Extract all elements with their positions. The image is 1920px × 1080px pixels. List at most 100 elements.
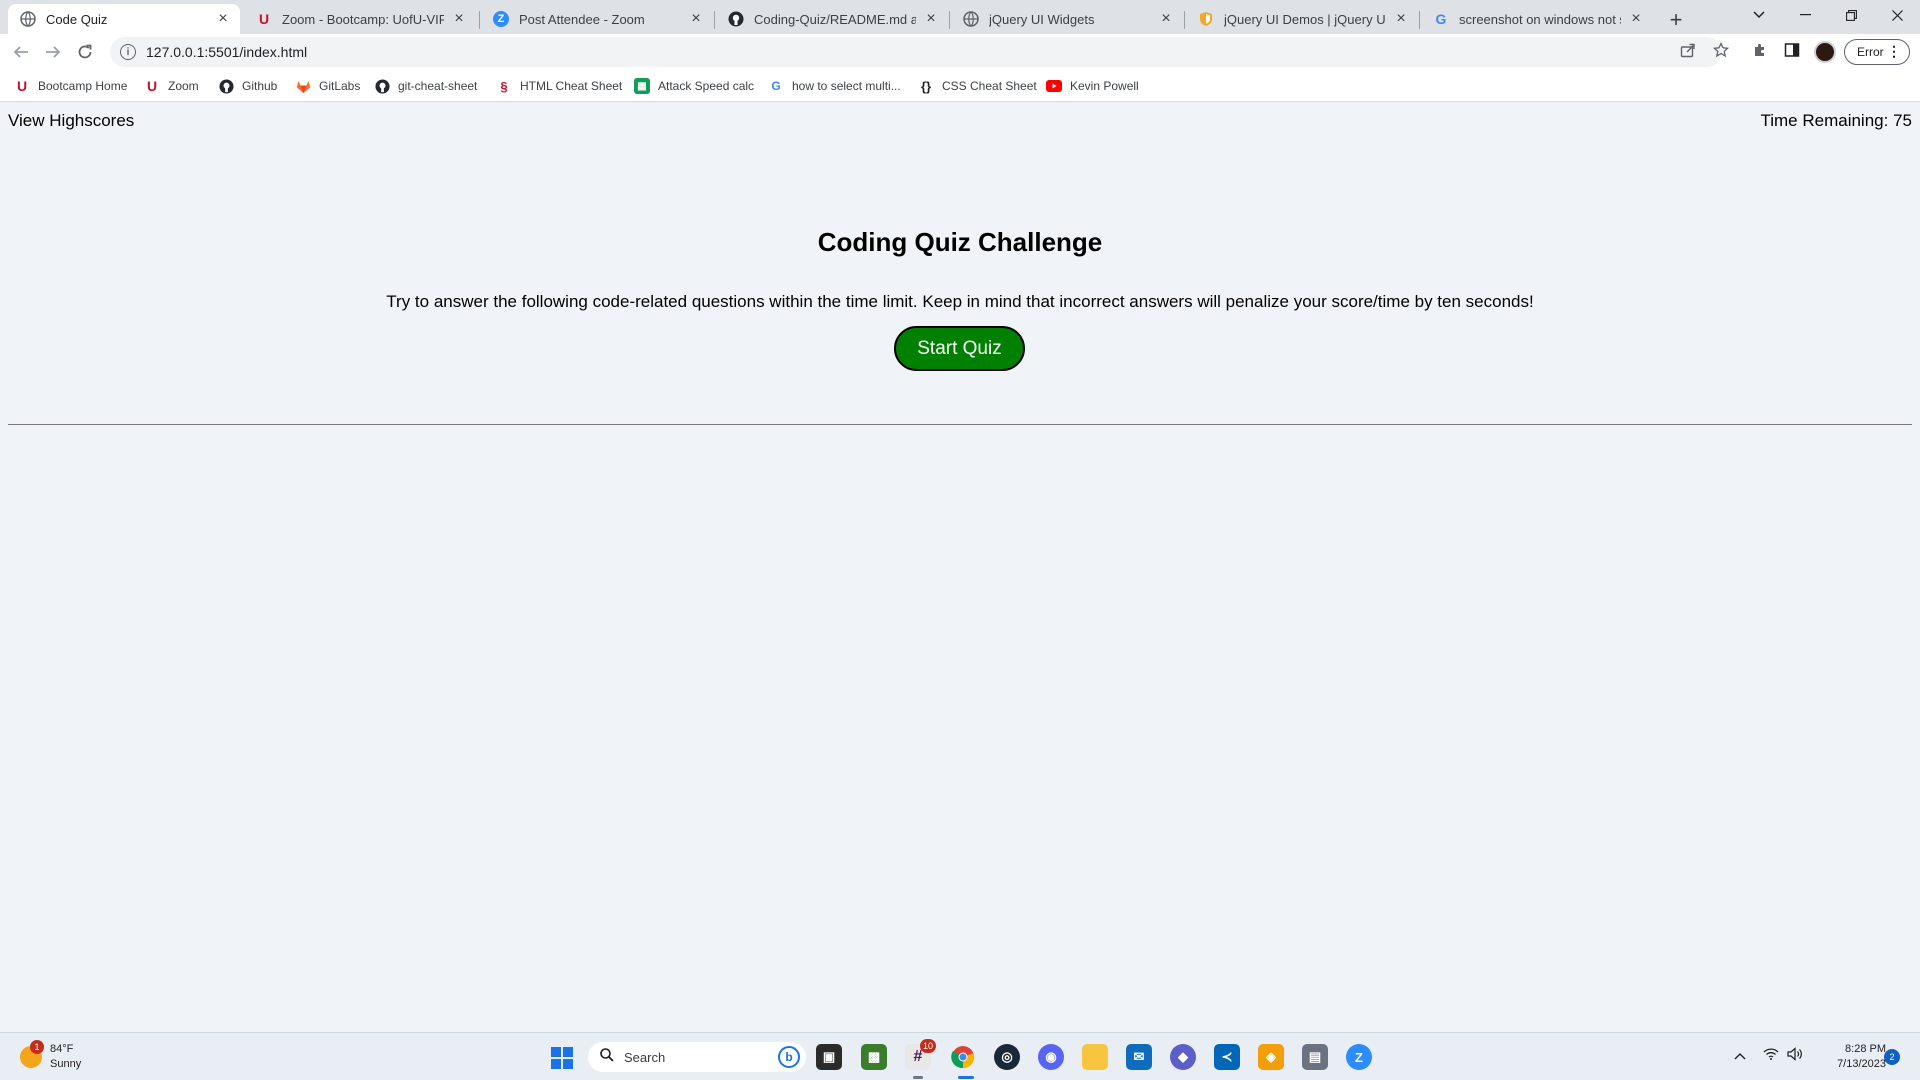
chevron-up-icon[interactable] bbox=[1734, 1047, 1746, 1063]
bookmark-label: CSS Cheat Sheet bbox=[942, 79, 1037, 93]
side-panel-icon[interactable] bbox=[1784, 42, 1800, 62]
close-icon[interactable]: × bbox=[450, 10, 468, 28]
profile-avatar[interactable] bbox=[1814, 41, 1836, 63]
share-icon[interactable] bbox=[1680, 42, 1696, 62]
mail-icon[interactable]: ✉ bbox=[1126, 1044, 1152, 1070]
new-tab-button[interactable]: + bbox=[1662, 6, 1690, 34]
zoom-icon[interactable]: Z bbox=[1346, 1044, 1372, 1070]
notification-badge[interactable]: 2 bbox=[1884, 1049, 1900, 1065]
bookmark-kevin-powell[interactable]: Kevin Powell bbox=[1046, 77, 1139, 95]
bookmark-label: Github bbox=[242, 79, 278, 93]
tab-code-quiz[interactable]: Code Quiz × bbox=[8, 4, 240, 34]
tab-title: Coding-Quiz/README.md at ma bbox=[754, 11, 916, 27]
start-quiz-button[interactable]: Start Quiz bbox=[894, 326, 1025, 371]
extensions-puzzle-icon[interactable] bbox=[1752, 42, 1768, 62]
close-icon[interactable]: × bbox=[1392, 10, 1410, 28]
bookmark-css-cheat-sheet[interactable]: {} CSS Cheat Sheet bbox=[918, 77, 1037, 95]
close-icon[interactable]: × bbox=[1627, 10, 1645, 28]
tab-jquery-widgets[interactable]: jQuery UI Widgets × bbox=[951, 4, 1183, 34]
tab-strip: Code Quiz × U Zoom - Bootcamp: UofU-VIRT… bbox=[0, 0, 1920, 34]
tab-google-screenshot[interactable]: G screenshot on windows not savi × bbox=[1421, 4, 1653, 34]
google-icon: G bbox=[1435, 11, 1447, 27]
close-icon[interactable]: × bbox=[214, 10, 232, 28]
tab-title: Zoom - Bootcamp: UofU-VIRT-F bbox=[282, 11, 444, 27]
search-placeholder: Search bbox=[624, 1049, 666, 1065]
back-icon[interactable] bbox=[6, 37, 36, 67]
braces-icon: {} bbox=[920, 78, 932, 94]
site-info-icon[interactable]: i bbox=[120, 44, 136, 60]
bookmark-github[interactable]: Github bbox=[218, 77, 277, 95]
copilot-icon[interactable]: ◆ bbox=[1170, 1044, 1196, 1070]
git-icon[interactable]: ◈ bbox=[1258, 1044, 1284, 1070]
bookmark-zoom[interactable]: U Zoom bbox=[144, 77, 199, 95]
forward-icon[interactable] bbox=[38, 37, 68, 67]
bookmark-label: Zoom bbox=[168, 79, 199, 93]
github-icon bbox=[218, 78, 234, 94]
bookmark-bootcamp-home[interactable]: U Bootcamp Home bbox=[14, 77, 127, 95]
tab-jquery-demos[interactable]: jQuery UI Demos | jQuery UI × bbox=[1186, 4, 1418, 34]
error-button[interactable]: Error ⋮ bbox=[1844, 39, 1910, 65]
jquery-shield-icon bbox=[1198, 11, 1214, 27]
google-icon: G bbox=[771, 79, 781, 93]
bookmark-star-icon[interactable] bbox=[1712, 41, 1730, 62]
running-indicator bbox=[913, 1076, 923, 1079]
task-view-icon[interactable]: ▣ bbox=[816, 1044, 842, 1070]
bookmark-label: Attack Speed calc bbox=[658, 79, 755, 93]
close-icon[interactable]: × bbox=[1157, 10, 1175, 28]
volume-icon[interactable] bbox=[1787, 1047, 1803, 1064]
bookmark-attack-speed-calc[interactable]: ▦ Attack Speed calc bbox=[634, 77, 754, 95]
bookmark-label: Kevin Powell bbox=[1070, 79, 1139, 93]
page-title: Coding Quiz Challenge bbox=[817, 227, 1103, 257]
close-icon[interactable]: × bbox=[687, 10, 705, 28]
minecraft-icon[interactable]: ▩ bbox=[861, 1044, 887, 1070]
vscode-icon[interactable]: ≺ bbox=[1214, 1044, 1240, 1070]
system-clock[interactable]: 8:28 PM 7/13/2023 bbox=[1806, 1042, 1886, 1072]
divider bbox=[8, 424, 1912, 425]
bing-icon[interactable]: b bbox=[778, 1046, 800, 1068]
github-icon bbox=[728, 11, 744, 27]
close-icon[interactable]: × bbox=[922, 10, 940, 28]
minimize-button[interactable] bbox=[1782, 0, 1828, 30]
tab-separator bbox=[1419, 11, 1420, 29]
tab-title: Post Attendee - Zoom bbox=[519, 11, 645, 27]
quiz-description: Try to answer the following code-related… bbox=[386, 292, 1534, 311]
time-remaining: Time Remaining: 75 bbox=[1760, 111, 1912, 131]
calculator-icon[interactable]: ▤ bbox=[1302, 1044, 1328, 1070]
steam-icon[interactable]: ◎ bbox=[994, 1044, 1020, 1070]
weather-desc: Sunny bbox=[50, 1058, 82, 1070]
bookmark-label: how to select multi... bbox=[792, 79, 901, 93]
file-explorer-icon[interactable] bbox=[1082, 1044, 1108, 1070]
tab-zoom-bootcamp[interactable]: U Zoom - Bootcamp: UofU-VIRT-F × bbox=[244, 4, 476, 34]
time-label: Time Remaining: bbox=[1760, 111, 1889, 130]
tab-post-attendee-zoom[interactable]: Z Post Attendee - Zoom × bbox=[481, 4, 713, 34]
sheets-icon: ▦ bbox=[634, 78, 650, 94]
taskbar-search[interactable]: Search b bbox=[588, 1042, 806, 1072]
bookmark-git-cheat-sheet[interactable]: git-cheat-sheet bbox=[374, 77, 477, 95]
tab-search-chevron-icon[interactable] bbox=[1736, 0, 1782, 30]
weather-badge: 1 bbox=[30, 1040, 44, 1054]
tab-title: Code Quiz bbox=[46, 11, 108, 27]
gitlab-icon bbox=[295, 78, 311, 94]
tab-title: screenshot on windows not savi bbox=[1459, 11, 1621, 27]
close-window-button[interactable] bbox=[1874, 0, 1920, 30]
chrome-icon[interactable] bbox=[950, 1044, 976, 1070]
menu-dots-icon: ⋮ bbox=[1887, 43, 1901, 59]
reload-icon[interactable] bbox=[70, 37, 100, 67]
tab-github-readme[interactable]: Coding-Quiz/README.md at ma × bbox=[716, 4, 948, 34]
wifi-icon[interactable] bbox=[1763, 1047, 1779, 1063]
weather-widget[interactable]: 1 84°F Sunny bbox=[20, 1040, 82, 1073]
bookmark-label: Bootcamp Home bbox=[38, 79, 128, 93]
restore-button[interactable] bbox=[1828, 0, 1874, 30]
view-highscores-link[interactable]: View Highscores bbox=[8, 111, 134, 131]
url-text[interactable]: 127.0.0.1:5501/index.html bbox=[146, 44, 307, 60]
bookmarks-bar: U Bootcamp Home U Zoom Github GitLabs gi… bbox=[0, 70, 1920, 102]
discord-icon[interactable]: ◉ bbox=[1038, 1044, 1064, 1070]
taskbar: 1 84°F Sunny Search b ▣ ▩ # 10 ◎ ◉ ✉ ◆ ≺… bbox=[0, 1032, 1920, 1080]
youtube-icon bbox=[1046, 78, 1062, 94]
bookmark-html-cheat-sheet[interactable]: § HTML Cheat Sheet bbox=[496, 77, 622, 95]
bookmark-gitlabs[interactable]: GitLabs bbox=[295, 77, 360, 95]
bookmark-how-to-select[interactable]: G how to select multi... bbox=[768, 77, 901, 95]
windows-start-icon[interactable] bbox=[551, 1047, 573, 1069]
address-bar[interactable]: i 127.0.0.1:5501/index.html bbox=[110, 37, 1722, 67]
globe-icon bbox=[20, 11, 36, 27]
